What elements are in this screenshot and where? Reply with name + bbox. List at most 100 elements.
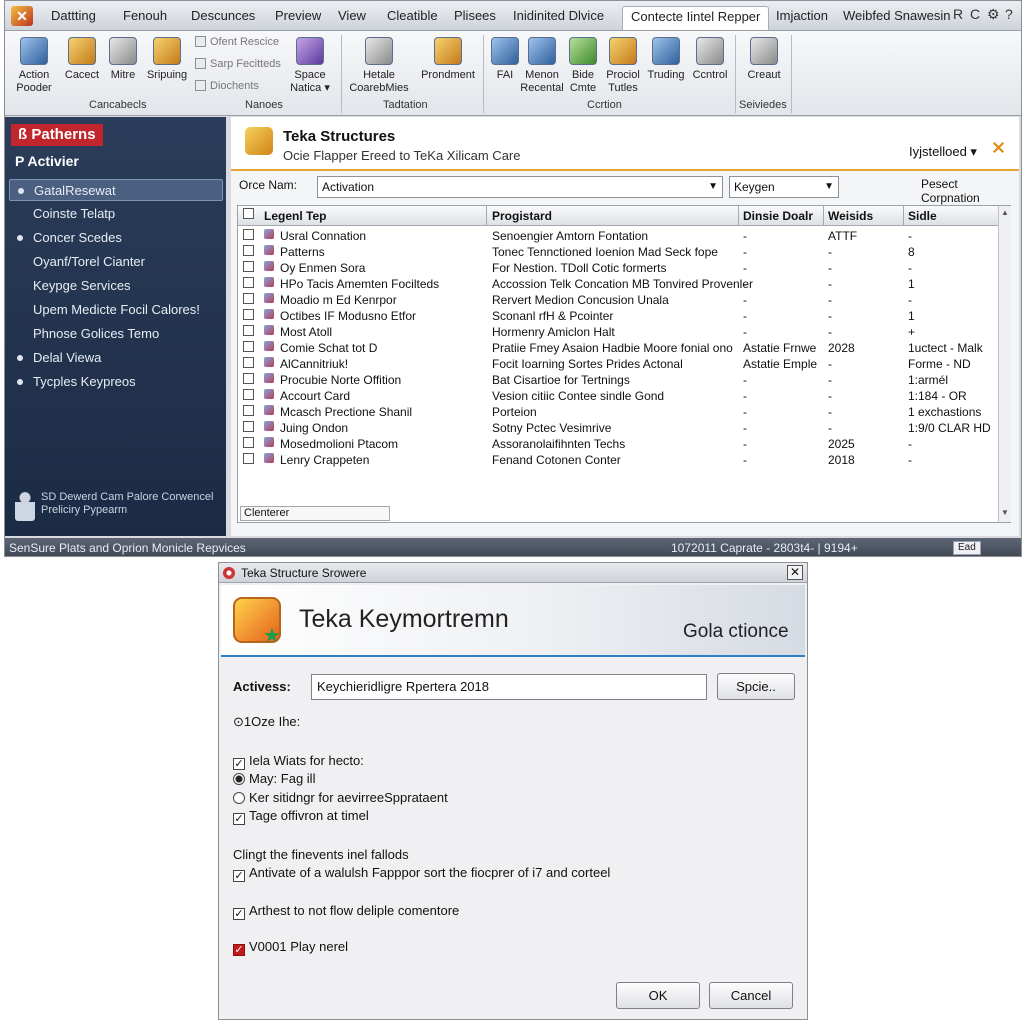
table-row[interactable]: Octibes IF Modusno Etfor Sconanl rfH & Pc… [238,308,998,324]
sidebar-item-1[interactable]: GatalResewat [9,179,223,201]
zoom-box[interactable]: Ead [953,541,981,555]
collapse-icon[interactable]: ⨯ [991,137,1006,158]
row-checkbox[interactable] [243,309,254,320]
sarp-fecitteds-item[interactable]: Sarp Fecitteds [195,58,281,70]
refresh-icon[interactable]: C [970,6,980,22]
app-logo-icon[interactable]: ✕ [11,6,33,26]
table-row[interactable]: Comie Schat tot D Pratiie Fmey Asaion Had… [238,340,998,356]
sidebar-item-8[interactable]: Delal Viewa [9,347,223,369]
checkbox-option[interactable]: ✓ Antivate of a walulsh Fapppor sort the … [233,865,610,882]
sidebar-item-5[interactable]: Keypge Services [9,275,223,297]
row-checkbox[interactable] [243,357,254,368]
row-checkbox[interactable] [243,405,254,416]
scroll-up-icon[interactable]: ▲ [1001,208,1009,217]
radio-icon[interactable] [233,773,245,785]
table-row[interactable]: Usral Connation Senoengier Amtorn Fontati… [238,228,998,244]
checkbox-option[interactable]: ✓ Tage offivron at timel [233,808,369,825]
diochents-item[interactable]: Diochents [195,80,259,92]
table-row[interactable]: Most Atoll Hormenry Amiclon Halt - - + [238,324,998,340]
menu-item-3[interactable]: Descunces [191,8,255,23]
table-row[interactable]: HPo Tacis Amemten Focilteds Accossion Tel… [238,276,998,292]
browse-button[interactable]: Spcie.. [717,673,795,700]
ok-button[interactable]: OK [616,982,700,1009]
prondment-button[interactable]: Prondment [417,35,479,82]
truding-button[interactable]: Truding [641,35,691,82]
installed-dropdown[interactable]: Iyjstelloed ▾ [909,144,977,160]
ofent-rescice-item[interactable]: Ofent Rescice [195,36,279,48]
restore-icon[interactable]: R [953,6,963,22]
table-row[interactable]: Procubie Norte Offition Bat Cisartioe for… [238,372,998,388]
table-row[interactable]: Accourt Card Vesion citiic Contee sindle … [238,388,998,404]
checkbox-icon[interactable]: ✓ [233,944,245,956]
sidebar-item-6[interactable]: Upem Medicte Focil Calores! [9,299,223,321]
table-row[interactable]: Oy Enmen Sora For Nestion. TDoll Cotic fo… [238,260,998,276]
row-checkbox[interactable] [243,325,254,336]
vertical-scrollbar[interactable]: ▲ ▼ [998,206,1011,522]
column-header[interactable]: Legenl Tep [264,209,326,223]
table-row[interactable]: Juing Ondon Sotny Pctec Vesimrive - - 1:9/0 … [238,420,998,436]
menu-item-1[interactable]: Dattting [51,8,96,23]
row-checkbox[interactable] [243,453,254,464]
table-row[interactable]: Mcasch Prectione Shanil Porteion - - 1 excha… [238,404,998,420]
menu-item-2[interactable]: Fenouh [123,8,167,23]
table-row[interactable]: Lenry Crappeten Fenand Cotonen Conter - 201… [238,452,998,468]
settings-icon[interactable]: ⚙ [987,6,1000,23]
menu-item-8[interactable]: Inidinited Dlvice [513,8,604,23]
row-checkbox[interactable] [243,293,254,304]
checkbox-icon[interactable]: ✓ [233,870,245,882]
menu-item-7[interactable]: Plisees [454,8,496,23]
radio-icon[interactable] [233,792,245,804]
menu-item-6[interactable]: Cleatible [387,8,438,23]
radio-option[interactable]: Ker sitidngr for aevirreeSpprataent [233,790,448,805]
row-checkbox[interactable] [243,245,254,256]
help-icon[interactable]: ? [1005,6,1013,22]
close-icon[interactable]: ✕ [787,565,803,580]
column-header[interactable]: Progistard [492,209,552,223]
checkbox-icon[interactable]: ✓ [233,813,245,825]
activation-input[interactable]: Keychieridligre Rpertera 2018 [311,674,707,700]
checkbox-icon[interactable]: ✓ [233,758,245,770]
table-row[interactable]: Mosedmolioni Ptacom Assoranolaifihnten Te… [238,436,998,452]
table-footer-tab[interactable]: Clenterer [240,506,390,521]
sidebar-item-2[interactable]: Coinste Telatp [9,203,223,225]
table-row[interactable]: AlCannitriuk! Focit Ioarning Sortes Pride… [238,356,998,372]
ccntrol-button[interactable]: Ccntrol [685,35,735,82]
menu-item-5[interactable]: View [338,8,366,23]
menu-item-11[interactable]: Weibfed Snawesin [843,8,950,23]
checkbox-icon[interactable]: ✓ [233,908,245,920]
select-all-checkbox[interactable] [243,208,254,219]
menu-item-4[interactable]: Preview [275,8,321,23]
sidebar-item-4[interactable]: Oyanf/Torel Cianter [9,251,223,273]
checkbox-option[interactable]: ✓ Arthest to not flow deliple comentore [233,903,459,920]
row-checkbox[interactable] [243,261,254,272]
row-checkbox[interactable] [243,229,254,240]
activation-select[interactable]: Activation ▼ [317,176,723,198]
table-row[interactable]: Moadio m Ed Kenrpor Rervert Medion Concus… [238,292,998,308]
menu-item-active[interactable]: Contecte Iintel Repper [622,6,770,30]
sidebar-item-3[interactable]: Concer Scedes [9,227,223,249]
action-pooder-button[interactable]: Action Pooder [9,35,59,95]
menu-item-10[interactable]: Imjaction [776,8,828,23]
scroll-down-icon[interactable]: ▼ [1001,508,1009,517]
keygen-select[interactable]: Keygen ▼ [729,176,839,198]
creaut-button[interactable]: Creaut [739,35,789,82]
row-checkbox[interactable] [243,389,254,400]
row-checkbox[interactable] [243,421,254,432]
row-checkbox[interactable] [243,341,254,352]
column-header[interactable]: Weisids [828,209,873,223]
column-header[interactable]: Dinsie Doalr [743,209,813,223]
checkbox-option[interactable]: ✓ Iela Wiats for hecto: [233,753,364,770]
sidebar-item-7[interactable]: Phnose Golices Temo [9,323,223,345]
table-row[interactable]: Patterns Tonec Tennctioned Ioenion Mad Se… [238,244,998,260]
sidebar-item-9[interactable]: Tycples Keypreos [9,371,223,393]
row-checkbox[interactable] [243,373,254,384]
checkbox-option[interactable]: ✓ V0001 Play nerel [233,939,348,956]
mitre-button[interactable]: Mitre [98,35,148,82]
column-header[interactable]: Sidle [908,209,937,223]
hetale-button[interactable]: Hetale CoarebMies [349,35,409,95]
radio-option[interactable]: May: Fag ill [233,771,315,786]
space-natica-button[interactable]: Space Natica ▾ [285,35,335,95]
row-checkbox[interactable] [243,437,254,448]
sripuing-button[interactable]: Sripuing [142,35,192,82]
cancel-button[interactable]: Cancel [709,982,793,1009]
